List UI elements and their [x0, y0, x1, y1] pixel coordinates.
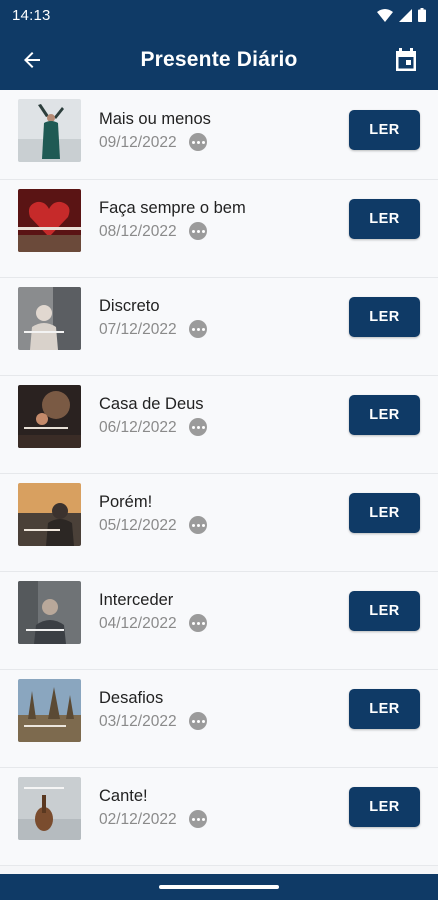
more-options-icon[interactable] — [189, 516, 207, 534]
reading-list: Mais ou menos 09/12/2022 LER Faça sempre… — [0, 90, 438, 874]
status-icons — [377, 8, 426, 22]
item-title: Discreto — [99, 297, 160, 315]
item-title: Cante! — [99, 787, 148, 805]
read-button[interactable]: LER — [349, 110, 420, 150]
item-date: 03/12/2022 — [99, 713, 177, 730]
calendar-icon — [396, 48, 416, 71]
item-title: Porém! — [99, 493, 153, 511]
item-thumbnail — [18, 581, 81, 644]
read-button[interactable]: LER — [349, 787, 420, 827]
home-gesture-handle[interactable] — [159, 885, 279, 889]
item-title: Casa de Deus — [99, 395, 204, 413]
item-thumbnail — [18, 483, 81, 546]
read-button[interactable]: LER — [349, 199, 420, 239]
list-item[interactable]: Faça sempre o bem 08/12/2022 LER — [0, 180, 438, 278]
wifi-icon — [377, 8, 393, 22]
read-button[interactable]: LER — [349, 493, 420, 533]
list-item[interactable]: Interceder 04/12/2022 LER — [0, 572, 438, 670]
item-date: 08/12/2022 — [99, 223, 177, 240]
more-options-icon[interactable] — [189, 418, 207, 436]
status-bar: 14:13 — [0, 0, 438, 30]
arrow-back-icon — [24, 52, 40, 68]
list-item[interactable]: Desafios 03/12/2022 LER — [0, 670, 438, 768]
more-options-icon[interactable] — [189, 810, 207, 828]
item-thumbnail — [18, 287, 81, 350]
item-title: Faça sempre o bem — [99, 199, 246, 217]
list-item[interactable]: Porém! 05/12/2022 LER — [0, 474, 438, 572]
more-options-icon[interactable] — [189, 222, 207, 240]
list-item[interactable]: Mais ou menos 09/12/2022 LER — [0, 90, 438, 180]
more-options-icon[interactable] — [189, 320, 207, 338]
navigation-bar — [0, 874, 438, 900]
read-button[interactable]: LER — [349, 689, 420, 729]
read-button[interactable]: LER — [349, 395, 420, 435]
item-title: Interceder — [99, 591, 174, 609]
item-date: 05/12/2022 — [99, 517, 177, 534]
calendar-button[interactable] — [388, 42, 424, 78]
app-bar: Presente Diário — [0, 30, 438, 90]
item-thumbnail — [18, 189, 81, 252]
item-title: Mais ou menos — [99, 110, 211, 128]
item-thumbnail — [18, 777, 81, 840]
screen: 14:13 Presente Diário Mais ou menos 09/1… — [0, 0, 438, 900]
item-date: 04/12/2022 — [99, 615, 177, 632]
list-item[interactable]: Discreto 07/12/2022 LER — [0, 278, 438, 376]
more-options-icon[interactable] — [189, 133, 207, 151]
list-item[interactable]: Cante! 02/12/2022 LER — [0, 768, 438, 866]
item-date: 09/12/2022 — [99, 134, 177, 151]
item-date: 07/12/2022 — [99, 321, 177, 338]
item-title: Desafios — [99, 689, 164, 707]
list-item[interactable]: Casa de Deus 06/12/2022 LER — [0, 376, 438, 474]
signal-icon — [399, 8, 412, 22]
read-button[interactable]: LER — [349, 591, 420, 631]
item-thumbnail — [18, 385, 81, 448]
page-title: Presente Diário — [140, 48, 298, 71]
battery-icon — [418, 8, 426, 22]
item-date: 06/12/2022 — [99, 419, 177, 436]
back-button[interactable] — [14, 42, 50, 78]
item-date: 02/12/2022 — [99, 811, 177, 828]
item-thumbnail — [18, 99, 81, 162]
more-options-icon[interactable] — [189, 712, 207, 730]
read-button[interactable]: LER — [349, 297, 420, 337]
more-options-icon[interactable] — [189, 614, 207, 632]
item-thumbnail — [18, 679, 81, 742]
status-time: 14:13 — [12, 6, 51, 24]
